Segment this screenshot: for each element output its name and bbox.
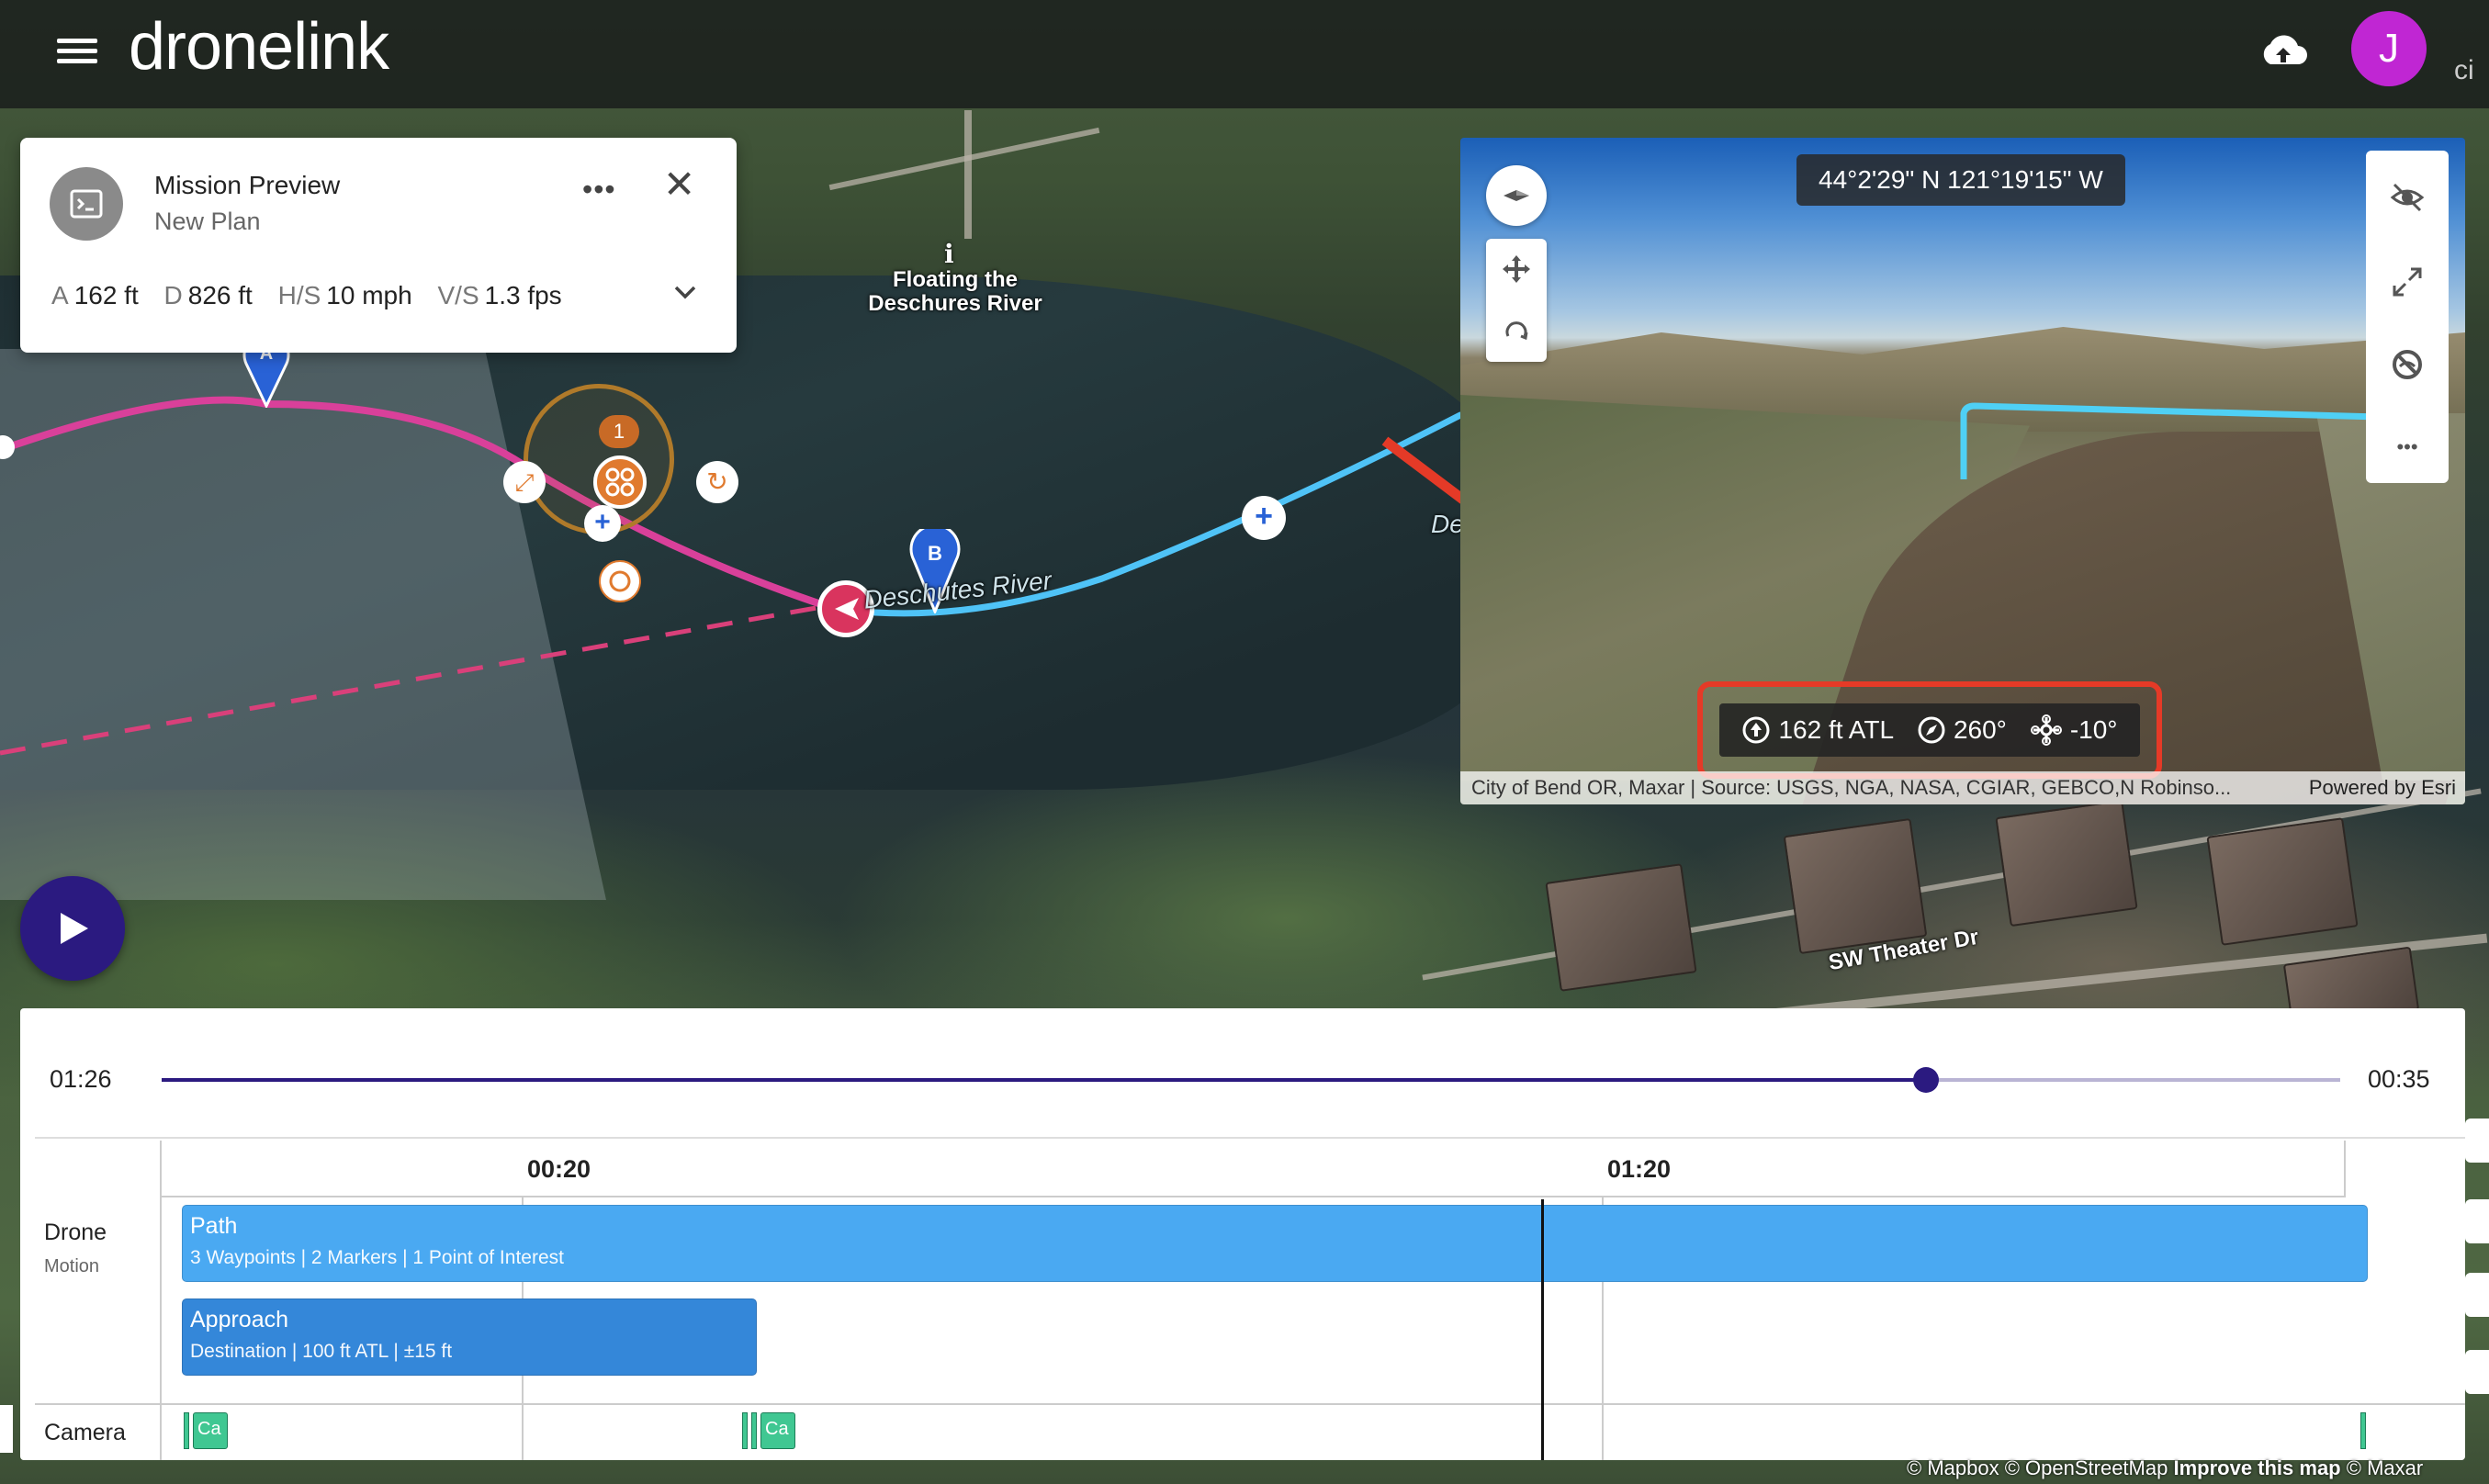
ruler-tick: 00:20	[527, 1155, 591, 1183]
elapsed-time: 01:26	[50, 1065, 112, 1093]
more-options-icon[interactable]: •••	[2377, 417, 2438, 478]
stat-horizontal-speed: H/S 10 mph	[277, 281, 412, 309]
path-track[interactable]: Path 3 Waypoints | 2 Markers | 1 Point o…	[182, 1205, 2368, 1282]
row-divider	[35, 1403, 2465, 1405]
rotate-orbit-icon[interactable]: ↻	[696, 461, 738, 503]
waypoint-label-b: B	[928, 542, 942, 565]
altitude-icon	[1742, 716, 1770, 744]
play-icon	[61, 913, 88, 944]
time-ruler[interactable]: 00:20 01:20	[160, 1141, 2346, 1197]
add-waypoint-icon[interactable]: +	[1242, 496, 1286, 540]
expand-radius-icon[interactable]: ⤢	[503, 461, 546, 503]
top-app-bar: dronelink J ci	[0, 0, 2489, 108]
timeline-tracks: 00:20 01:20 Drone Motion Path 3 Waypoint…	[35, 1137, 2465, 1460]
path-track-summary: 3 Waypoints | 2 Markers | 1 Point of Int…	[190, 1247, 564, 1268]
camera-clip[interactable]: Ca	[760, 1412, 795, 1449]
play-button[interactable]	[20, 876, 125, 981]
right-edge-tab[interactable]	[2465, 1273, 2489, 1317]
scrubber-handle[interactable]	[1913, 1067, 1940, 1093]
mission-title: Mission Preview	[154, 171, 341, 199]
pan-icon[interactable]	[1486, 239, 1547, 299]
chevron-down-icon[interactable]	[669, 275, 702, 309]
fullscreen-icon[interactable]	[2377, 252, 2438, 312]
right-edge-tab[interactable]	[2465, 1199, 2489, 1243]
drone-gimbal-icon	[2030, 714, 2062, 746]
hamburger-menu-icon[interactable]	[53, 33, 101, 75]
camera-clip[interactable]: Ca	[193, 1412, 228, 1449]
hide-eye-icon[interactable]	[2377, 167, 2438, 228]
coordinates-badge: 44°2'29" N 121°19'15" W	[1796, 154, 2125, 206]
cloud-upload-icon[interactable]	[2258, 26, 2309, 77]
user-avatar[interactable]: J	[2351, 11, 2427, 86]
edge-tab-label: ci	[2454, 55, 2474, 85]
navigation-controls	[1486, 239, 1547, 362]
drone-row-label: Drone	[44, 1220, 107, 1245]
app-logo[interactable]: dronelink	[129, 9, 389, 84]
row-label-divider	[160, 1197, 162, 1460]
approach-track[interactable]: Approach Destination | 100 ft ATL | ±15 …	[182, 1298, 757, 1376]
3d-view-toolbar: •••	[2366, 151, 2449, 483]
telemetry-readout: 162 ft ATL 260° -10°	[1719, 703, 2140, 757]
river-label-partial: De	[1431, 510, 1464, 538]
camera-clip-marker[interactable]	[751, 1412, 757, 1449]
timeline-panel: 01:26 00:35 00:20 01:20 Drone Motion Pat…	[20, 1008, 2465, 1460]
compass-icon[interactable]	[1486, 165, 1547, 226]
right-edge-tab[interactable]	[2465, 1119, 2489, 1163]
heading-readout: 260°	[1917, 715, 2007, 745]
mission-stats: A 162 ft D 826 ft H/S 10 mph V/S 1.3 fps	[51, 281, 580, 310]
compass-heading-icon	[1918, 716, 1945, 744]
powered-by-label[interactable]: Powered by Esri	[2309, 771, 2456, 804]
poi-label[interactable]: Floating the Deschures River	[854, 267, 1056, 317]
mission-preview-card: Mission Preview New Plan ••• ✕ A 162 ft D…	[20, 138, 737, 353]
left-edge-tab	[0, 1405, 13, 1453]
stat-altitude: A 162 ft	[51, 281, 139, 309]
camera-clip-marker[interactable]	[184, 1412, 189, 1449]
approach-track-summary: Destination | 100 ft ATL | ±15 ft	[190, 1341, 453, 1362]
add-point-icon[interactable]: +	[584, 505, 621, 542]
mission-subtitle: New Plan	[154, 208, 261, 235]
rotate-view-icon[interactable]	[1486, 301, 1547, 362]
camera-clip-marker[interactable]	[742, 1412, 748, 1449]
approach-track-title: Approach	[190, 1307, 289, 1332]
right-edge-tab[interactable]	[2465, 1350, 2489, 1394]
stat-vertical-speed: V/S 1.3 fps	[437, 281, 562, 309]
poi-info-icon[interactable]: ℹ	[944, 239, 954, 269]
3d-preview-panel[interactable]: 44°2'29" N 121°19'15" W ••• 162 ft ATL 2…	[1460, 138, 2465, 804]
path-track-title: Path	[190, 1213, 238, 1239]
timeline-scrubber[interactable]	[162, 1067, 2340, 1093]
ruler-tick: 01:20	[1607, 1155, 1672, 1183]
gimbal-pitch-readout: -10°	[2030, 714, 2118, 747]
remaining-time: 00:35	[2368, 1065, 2430, 1093]
more-options-icon[interactable]: •••	[582, 173, 616, 207]
terminal-icon	[50, 167, 123, 241]
altitude-readout: 162 ft ATL	[1741, 715, 1894, 745]
timeline-playhead[interactable]	[1540, 1199, 1544, 1460]
stat-distance: D 826 ft	[163, 281, 253, 309]
focus-center-button[interactable]	[593, 455, 647, 509]
drone-row-sublabel: Motion	[44, 1256, 100, 1276]
3d-attribution: City of Bend OR, Maxar | Source: USGS, N…	[1460, 771, 2465, 804]
camera-clip-marker[interactable]	[2360, 1412, 2366, 1449]
scrubber-progress	[162, 1078, 1927, 1082]
map-attribution: © Mapbox © OpenStreetMap Improve this ma…	[1907, 1456, 2424, 1479]
orbit-handle-icon[interactable]	[599, 560, 641, 602]
close-icon[interactable]: ✕	[663, 165, 695, 204]
camera-row-label: Camera	[44, 1420, 126, 1445]
disable-icon[interactable]	[2377, 334, 2438, 395]
improve-map-link[interactable]: Improve this map	[2173, 1456, 2340, 1479]
focus-index-badge: 1	[599, 415, 639, 448]
